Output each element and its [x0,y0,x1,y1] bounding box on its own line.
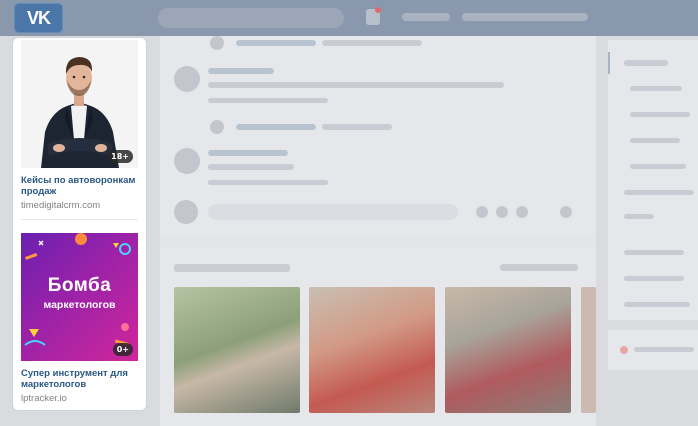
top-bar [0,0,698,36]
feed-post-comments [160,36,596,236]
user-menu[interactable] [462,13,588,21]
ad-item[interactable]: Бомба маркетологов 0+ Супер инструмент д… [21,233,138,404]
photo-thumbnail[interactable] [581,287,596,413]
ad-title[interactable]: Кейсы по автоворонкам продаж [21,175,138,197]
ad-divider [21,219,138,220]
ad-domain[interactable]: lptracker.io [21,393,138,404]
promo-decorations [24,233,131,347]
photo-thumbnail[interactable] [445,287,571,413]
ad-image[interactable]: Бомба маркетологов 0+ [21,233,138,361]
promo-subline: маркетологов [43,299,116,311]
photo-thumbnail[interactable] [174,287,300,413]
promo-headline: Бомба [47,275,112,296]
ad-domain[interactable]: timedigitalcrm.com [21,200,138,211]
right-menu-extra [608,330,698,370]
vk-logo[interactable]: VK [14,3,63,33]
search-input[interactable] [158,8,344,28]
player-controls[interactable] [402,13,450,21]
ad-image[interactable]: 18+ [21,40,138,168]
ad-title[interactable]: Супер инструмент для маркетологов [21,368,138,390]
right-menu [608,40,698,320]
ad-item[interactable]: 18+ Кейсы по автоворонкам продаж timedig… [21,40,138,211]
ads-panel: 18+ Кейсы по автоворонкам продаж timedig… [13,38,146,410]
menu-active-indicator [608,52,610,74]
notification-dot [375,7,381,13]
photo-thumbnail[interactable] [309,287,435,413]
man-in-suit-photo [21,40,138,168]
age-rating-badge: 18+ [107,150,133,163]
age-rating-badge: 0+ [112,343,133,356]
